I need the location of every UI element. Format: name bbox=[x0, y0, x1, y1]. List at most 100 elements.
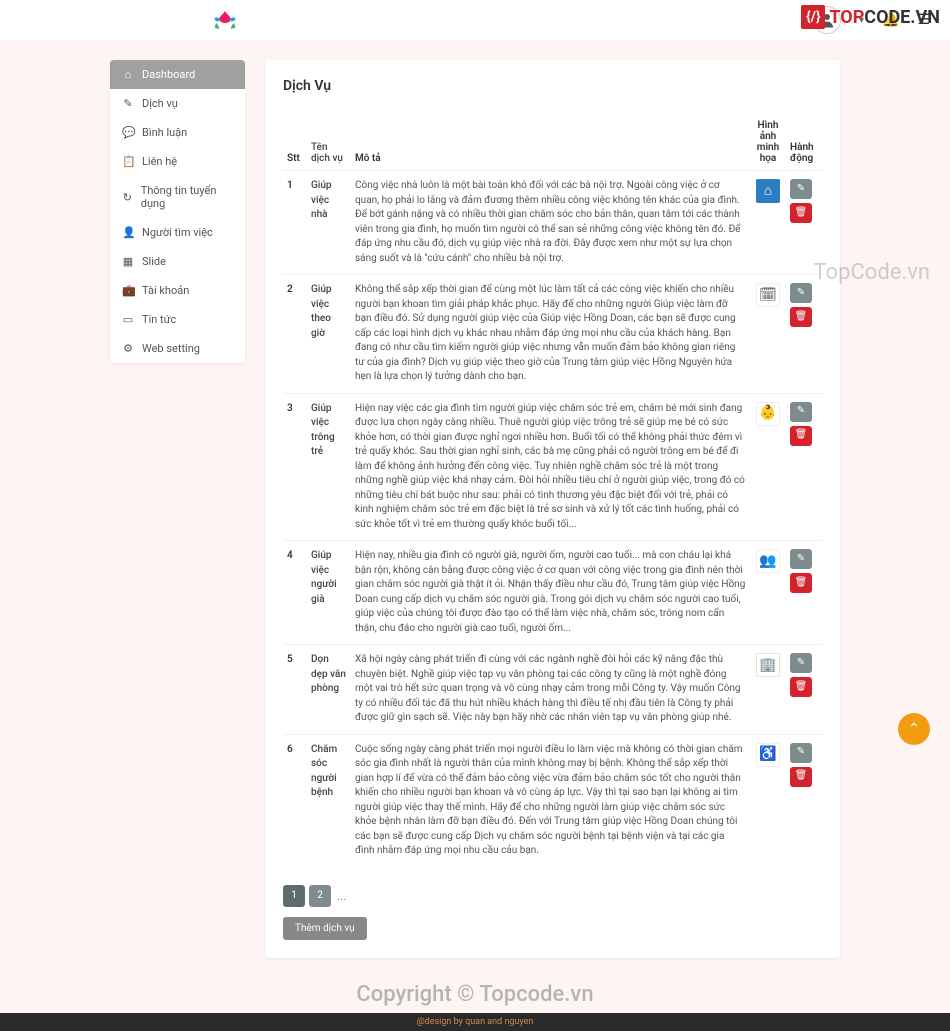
cell-name: Giúp việc người già bbox=[307, 541, 351, 645]
cell-actions: ✎🗑 bbox=[786, 734, 822, 867]
sidebar-label: Thông tin tuyển dụng bbox=[141, 184, 233, 210]
sidebar-item-0[interactable]: ⌂ Dashboard bbox=[110, 60, 245, 89]
header: ▾ 🔔 ☰ {/} TOPCODE.VN bbox=[0, 0, 950, 40]
topcode-logo-icon: {/} bbox=[801, 5, 825, 29]
th-img: Hình ảnh minh họa bbox=[750, 114, 786, 171]
cell-thumb: 🏢 bbox=[750, 645, 786, 735]
services-table: Stt Tên dịch vụ Mô tả Hình ảnh minh họa … bbox=[283, 114, 822, 867]
cell-thumb: ♿ bbox=[750, 734, 786, 867]
cell-stt: 5 bbox=[283, 645, 307, 735]
sidebar-label: Slide bbox=[142, 255, 166, 268]
delete-button[interactable]: 🗑 bbox=[790, 573, 812, 593]
cell-desc: Hiện nay, nhiều gia đình có người già, n… bbox=[351, 541, 750, 645]
thumb-icon: ♿ bbox=[756, 743, 780, 767]
thumb-icon: 🗓 bbox=[756, 283, 780, 307]
cell-stt: 4 bbox=[283, 541, 307, 645]
cell-desc: Không thể sắp xếp thời gian để cùng một … bbox=[351, 275, 750, 394]
sidebar-icon: 💬 bbox=[122, 126, 134, 139]
edit-button[interactable]: ✎ bbox=[790, 402, 812, 422]
table-row: 3Giúp việc trông trẻHiện nay việc các gi… bbox=[283, 393, 822, 541]
main-panel: Dịch Vụ Stt Tên dịch vụ Mô tả Hình ảnh m… bbox=[265, 60, 840, 958]
sidebar-item-7[interactable]: 💼 Tài khoản bbox=[110, 276, 245, 305]
sidebar-item-4[interactable]: ↻ Thông tin tuyển dụng bbox=[110, 176, 245, 218]
add-service-button[interactable]: Thêm dịch vụ bbox=[283, 917, 367, 940]
sidebar-label: Liên hệ bbox=[142, 155, 177, 168]
sidebar-item-2[interactable]: 💬 Bình luận bbox=[110, 118, 245, 147]
table-row: 2Giúp việc theo giờKhông thể sắp xếp thờ… bbox=[283, 275, 822, 394]
cell-actions: ✎🗑 bbox=[786, 171, 822, 275]
cell-stt: 1 bbox=[283, 171, 307, 275]
sidebar-item-1[interactable]: ✎ Dịch vụ bbox=[110, 89, 245, 118]
sidebar-icon: ▭ bbox=[122, 313, 134, 326]
sidebar-icon: ⚙ bbox=[122, 342, 134, 355]
table-row: 4Giúp việc người giàHiện nay, nhiều gia … bbox=[283, 541, 822, 645]
cell-name: Dọn dẹp văn phòng bbox=[307, 645, 351, 735]
sidebar-label: Tin tức bbox=[142, 313, 176, 326]
edit-button[interactable]: ✎ bbox=[790, 653, 812, 673]
delete-button[interactable]: 🗑 bbox=[790, 203, 812, 223]
sidebar: ⌂ Dashboard ✎ Dịch vụ 💬 Bình luận 📋 Liên hệ ↻ Thô… bbox=[110, 60, 245, 363]
sidebar-item-3[interactable]: 📋 Liên hệ bbox=[110, 147, 245, 176]
sidebar-icon: ↻ bbox=[122, 191, 133, 204]
sidebar-label: Tài khoản bbox=[142, 284, 189, 297]
th-name: Tên dịch vụ bbox=[307, 114, 351, 171]
cell-name: Giúp việc nhà bbox=[307, 171, 351, 275]
footer: @design by quan and nguyen bbox=[0, 1013, 950, 1031]
pagination-dots: ... bbox=[337, 889, 347, 903]
table-row: 1Giúp việc nhàCông việc nhà luôn là một … bbox=[283, 171, 822, 275]
edit-button[interactable]: ✎ bbox=[790, 179, 812, 199]
sidebar-item-5[interactable]: 👤 Người tìm việc bbox=[110, 218, 245, 247]
sidebar-item-6[interactable]: ▦Slide bbox=[110, 247, 245, 276]
cell-actions: ✎🗑 bbox=[786, 645, 822, 735]
scroll-top-button[interactable]: ⌃ bbox=[898, 713, 930, 745]
thumb-icon: ⌂ bbox=[756, 179, 780, 203]
thumb-icon: 👥 bbox=[756, 549, 780, 573]
sidebar-icon: ⌂ bbox=[122, 68, 134, 81]
th-stt: Stt bbox=[283, 114, 307, 171]
cell-name: Giúp việc trông trẻ bbox=[307, 393, 351, 541]
sidebar-icon: 💼 bbox=[122, 284, 134, 297]
edit-button[interactable]: ✎ bbox=[790, 549, 812, 569]
sidebar-item-9[interactable]: ⚙ Web setting bbox=[110, 334, 245, 363]
sidebar-label: Bình luận bbox=[142, 126, 187, 139]
edit-button[interactable]: ✎ bbox=[790, 743, 812, 763]
edit-button[interactable]: ✎ bbox=[790, 283, 812, 303]
delete-button[interactable]: 🗑 bbox=[790, 426, 812, 446]
sidebar-label: Người tìm việc bbox=[142, 226, 213, 239]
cell-thumb: 🗓 bbox=[750, 275, 786, 394]
cell-stt: 6 bbox=[283, 734, 307, 867]
table-row: 5Dọn dẹp văn phòngXã hội ngày càng phát … bbox=[283, 645, 822, 735]
pagination: 12... bbox=[283, 885, 822, 907]
table-row: 6Chăm sóc người bệnhCuộc sống ngày càng … bbox=[283, 734, 822, 867]
delete-button[interactable]: 🗑 bbox=[790, 767, 812, 787]
cell-actions: ✎🗑 bbox=[786, 541, 822, 645]
sidebar-label: Web setting bbox=[142, 342, 200, 355]
thumb-icon: 🏢 bbox=[756, 653, 780, 677]
sidebar-icon: ✎ bbox=[122, 97, 134, 110]
cell-desc: Hiện nay việc các gia đình tìm người giú… bbox=[351, 393, 750, 541]
watermark-topcode: {/} TOPCODE.VN bbox=[801, 5, 940, 29]
cell-thumb: ⌂ bbox=[750, 171, 786, 275]
page-title: Dịch Vụ bbox=[283, 78, 822, 94]
cell-thumb: 👶 bbox=[750, 393, 786, 541]
sidebar-label: Dịch vụ bbox=[142, 97, 178, 110]
delete-button[interactable]: 🗑 bbox=[790, 307, 812, 327]
cell-name: Chăm sóc người bệnh bbox=[307, 734, 351, 867]
brand-logo bbox=[210, 5, 240, 35]
delete-button[interactable]: 🗑 bbox=[790, 677, 812, 697]
cell-desc: Công việc nhà luôn là một bài toán khó đ… bbox=[351, 171, 750, 275]
sidebar-label: Dashboard bbox=[142, 68, 195, 81]
page-button-2[interactable]: 2 bbox=[309, 885, 331, 907]
watermark-bottom: Copyright © Topcode.vn bbox=[0, 982, 950, 1007]
cell-thumb: 👥 bbox=[750, 541, 786, 645]
sidebar-item-8[interactable]: ▭ Tin tức bbox=[110, 305, 245, 334]
cell-desc: Cuộc sống ngày càng phát triển mọi người… bbox=[351, 734, 750, 867]
page-button-1[interactable]: 1 bbox=[283, 885, 305, 907]
th-desc: Mô tả bbox=[351, 114, 750, 171]
th-act: Hành động bbox=[786, 114, 822, 171]
cell-name: Giúp việc theo giờ bbox=[307, 275, 351, 394]
sidebar-icon: 📋 bbox=[122, 155, 134, 168]
cell-actions: ✎🗑 bbox=[786, 275, 822, 394]
cell-desc: Xã hội ngày càng phát triển đi cùng với … bbox=[351, 645, 750, 735]
sidebar-icon: 👤 bbox=[122, 226, 134, 239]
